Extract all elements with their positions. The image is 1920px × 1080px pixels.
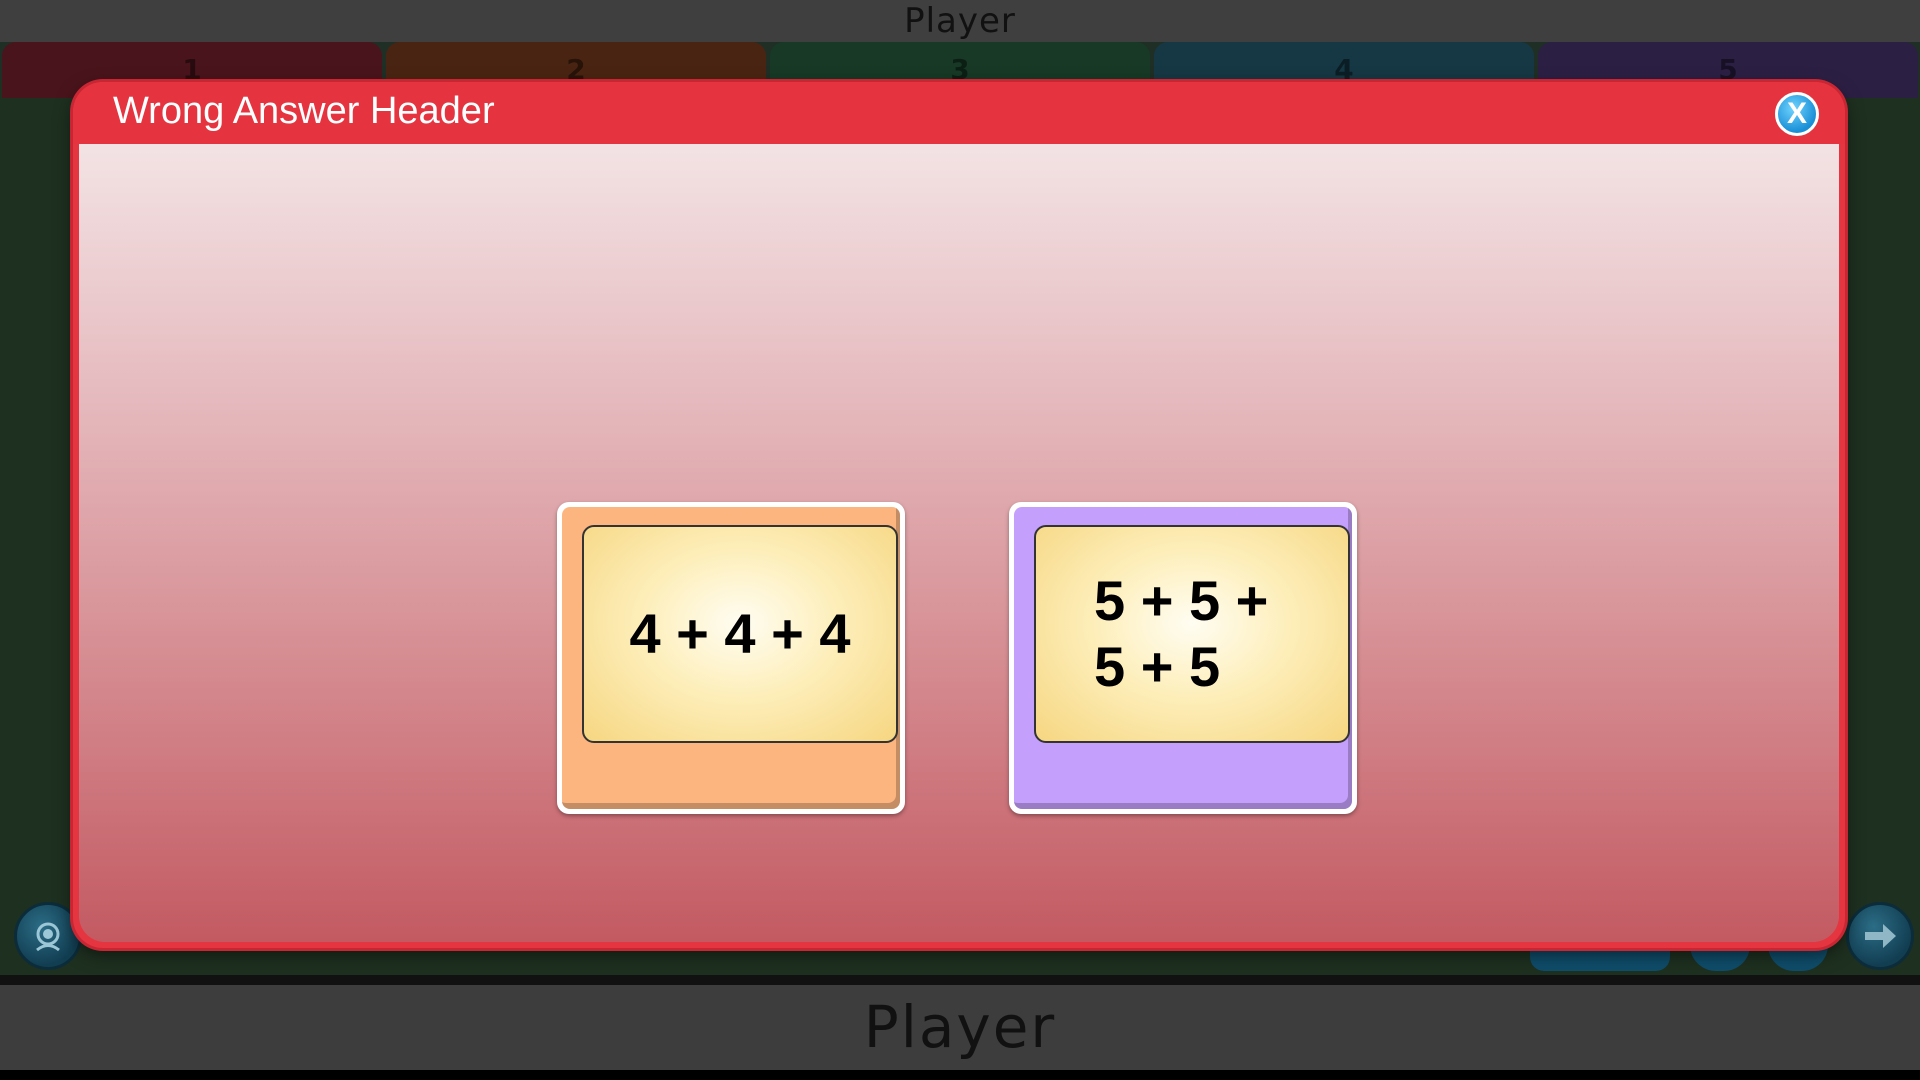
answer-card[interactable]: 4 + 4 + 4 xyxy=(557,502,905,814)
bottom-edge xyxy=(0,1070,1920,1080)
card-frame: 5 + 5 + 5 + 5 xyxy=(1014,507,1352,809)
close-button[interactable]: X xyxy=(1775,92,1819,136)
card-frame: 4 + 4 + 4 xyxy=(562,507,900,809)
card-face: 4 + 4 + 4 xyxy=(582,525,898,743)
support-button[interactable] xyxy=(14,902,82,970)
answer-card[interactable]: 5 + 5 + 5 + 5 xyxy=(1009,502,1357,814)
dialog-title: Wrong Answer Header xyxy=(113,90,495,132)
next-button[interactable] xyxy=(1846,902,1914,970)
bottom-title-bar: Player xyxy=(0,985,1920,1070)
card-face: 5 + 5 + 5 + 5 xyxy=(1034,525,1350,743)
top-title-bar: Player xyxy=(0,0,1920,42)
dialog-header: Wrong Answer Header X xyxy=(73,82,1845,144)
support-icon xyxy=(36,922,60,952)
wrong-answer-dialog: Wrong Answer Header X 4 + 4 + 4 5 + 5 + … xyxy=(73,82,1845,948)
top-title: Player xyxy=(904,1,1016,41)
bottom-title: Player xyxy=(863,993,1057,1061)
card-expression: 4 + 4 + 4 xyxy=(629,602,851,665)
card-expression: 5 + 5 + 5 + 5 xyxy=(1094,569,1269,698)
bottom-divider xyxy=(0,975,1920,985)
close-icon: X xyxy=(1786,97,1807,130)
hidden-toolbar-button[interactable] xyxy=(1530,945,1670,971)
arrow-right-icon xyxy=(1865,924,1896,948)
dialog-body: 4 + 4 + 4 5 + 5 + 5 + 5 xyxy=(79,144,1839,942)
